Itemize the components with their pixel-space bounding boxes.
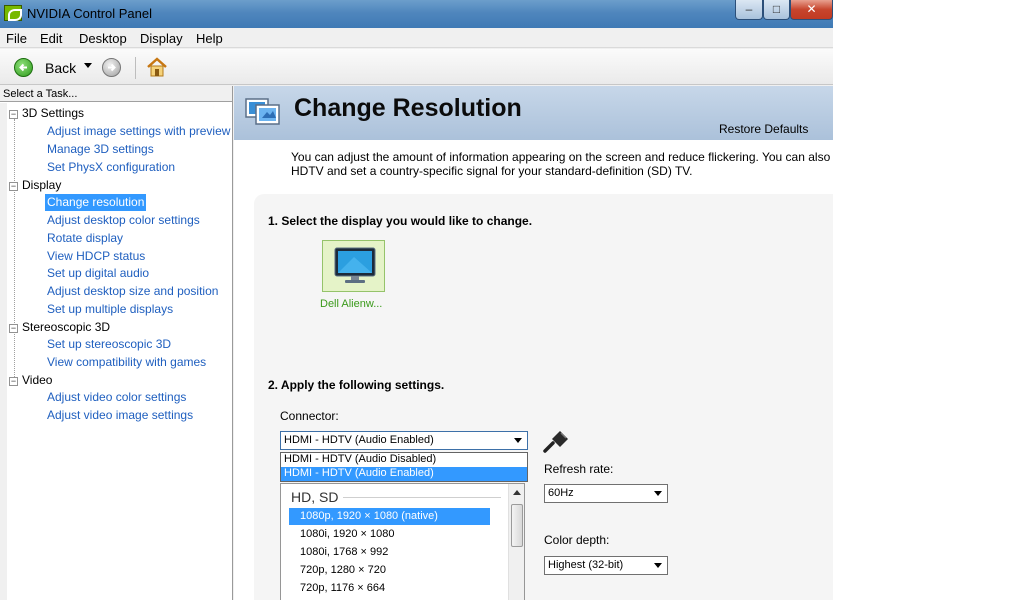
- task-sidebar: Select a Task... −3D Settings Adjust ima…: [0, 86, 233, 600]
- tree-category-3d-settings[interactable]: −3D Settings: [9, 106, 84, 123]
- page-description-line: HDTV and set a country-specific signal f…: [291, 164, 693, 178]
- sidebar-item-adjust-image-settings-with-preview[interactable]: Adjust image settings with preview: [45, 123, 232, 140]
- tree-category-stereoscopic-3d[interactable]: − Stereoscopic 3D: [9, 320, 110, 337]
- color-depth-value: Highest (32-bit): [548, 559, 624, 571]
- toolbar-separator: [135, 57, 136, 79]
- back-arrow-icon[interactable]: [14, 58, 33, 77]
- page-description-line: You can adjust the amount of information…: [291, 150, 833, 164]
- chevron-down-icon[interactable]: [514, 438, 522, 443]
- connector-dropdown-value: HDMI - HDTV (Audio Enabled): [284, 434, 434, 446]
- back-history-dropdown-icon[interactable]: [84, 63, 92, 68]
- sidebar-item-change-resolution[interactable]: Change resolution: [45, 194, 147, 211]
- menu-file[interactable]: File: [6, 31, 27, 46]
- sidebar-item-set-up-stereoscopic-3d[interactable]: Set up stereoscopic 3D: [45, 336, 173, 353]
- nvidia-app-icon: [4, 5, 22, 21]
- resolution-item-1080p-native[interactable]: 1080p, 1920 × 1080 (native): [289, 508, 490, 525]
- refresh-rate-label: Refresh rate:: [544, 462, 614, 476]
- tree-category-video[interactable]: − Video: [9, 373, 52, 390]
- step-2-heading: 2. Apply the following settings.: [268, 378, 445, 392]
- connector-label: Connector:: [280, 409, 339, 423]
- maximize-button[interactable]: □: [763, 0, 790, 20]
- page-title: Change Resolution: [294, 94, 522, 122]
- toolbar: Back: [0, 49, 833, 85]
- page-description: You can adjust the amount of information…: [291, 150, 833, 178]
- sidebar-item-set-up-multiple-displays[interactable]: Set up multiple displays: [45, 301, 175, 318]
- title-bar: NVIDIA Control Panel – □ ✕: [0, 0, 833, 28]
- collapse-toggle-icon[interactable]: −: [9, 324, 18, 333]
- menu-edit[interactable]: Edit: [40, 31, 62, 46]
- menu-display[interactable]: Display: [140, 31, 183, 46]
- restore-defaults-link[interactable]: Restore Defaults: [719, 122, 808, 136]
- resolution-scrollbar[interactable]: [508, 484, 524, 600]
- sidebar-item-adjust-desktop-color-settings[interactable]: Adjust desktop color settings: [45, 212, 202, 229]
- color-depth-dropdown[interactable]: Highest (32-bit): [544, 556, 668, 575]
- resolution-group-header: HD, SD: [291, 489, 339, 505]
- sidebar-item-view-hdcp-status[interactable]: View HDCP status: [45, 248, 147, 265]
- hdmi-cable-icon: [543, 431, 568, 453]
- window-title: NVIDIA Control Panel: [27, 6, 153, 21]
- nvidia-control-panel-window: NVIDIA Control Panel – □ ✕ File Edit Des…: [0, 0, 833, 600]
- sidebar-border: [232, 86, 233, 600]
- chevron-down-icon[interactable]: [654, 491, 662, 496]
- resolution-list[interactable]: HD, SD 1080p, 1920 × 1080 (native) 1080i…: [280, 483, 525, 600]
- main-content: Change Resolution Restore Defaults You c…: [234, 86, 833, 600]
- refresh-rate-dropdown[interactable]: 60Hz: [544, 484, 668, 503]
- page-banner: Change Resolution Restore Defaults: [234, 86, 833, 140]
- chevron-down-icon[interactable]: [654, 563, 662, 568]
- connector-options-list: HDMI - HDTV (Audio Disabled) HDMI - HDTV…: [280, 452, 528, 482]
- menu-help[interactable]: Help: [196, 31, 223, 46]
- tree-category-display[interactable]: − Display: [9, 178, 61, 195]
- display-settings-icon: [245, 98, 280, 125]
- collapse-toggle-icon[interactable]: −: [9, 377, 18, 386]
- close-button[interactable]: ✕: [790, 0, 833, 20]
- collapse-toggle-icon[interactable]: −: [9, 110, 18, 119]
- display-name-label: Dell Alienw...: [320, 298, 383, 310]
- scroll-up-arrow-icon[interactable]: [513, 490, 521, 495]
- tree-connector-line: [14, 119, 15, 383]
- sidebar-item-set-up-digital-audio[interactable]: Set up digital audio: [45, 265, 151, 282]
- scrollbar-thumb[interactable]: [511, 504, 523, 547]
- resolution-item-1080i-1920[interactable]: 1080i, 1920 × 1080: [289, 526, 490, 543]
- sidebar-item-adjust-video-image-settings[interactable]: Adjust video image settings: [45, 407, 195, 424]
- sidebar-item-manage-3d-settings[interactable]: Manage 3D settings: [45, 141, 156, 158]
- connector-option-audio-disabled[interactable]: HDMI - HDTV (Audio Disabled): [281, 453, 527, 467]
- refresh-rate-value: 60Hz: [548, 487, 574, 499]
- collapse-toggle-icon[interactable]: −: [9, 182, 18, 191]
- minimize-button[interactable]: –: [735, 0, 763, 20]
- sidebar-item-view-compatibility-with-games[interactable]: View compatibility with games: [45, 354, 208, 371]
- sidebar-item-adjust-desktop-size-and-position[interactable]: Adjust desktop size and position: [45, 283, 220, 300]
- sidebar-header: Select a Task...: [0, 86, 232, 102]
- resolution-item-720p-1280[interactable]: 720p, 1280 × 720: [289, 562, 490, 579]
- menu-bar: File Edit Desktop Display Help: [0, 28, 833, 48]
- resolution-item-1080i-1768[interactable]: 1080i, 1768 × 992: [289, 544, 490, 561]
- display-selector-tile[interactable]: [322, 240, 385, 292]
- home-icon[interactable]: [146, 57, 168, 77]
- connector-dropdown[interactable]: HDMI - HDTV (Audio Enabled): [280, 431, 528, 450]
- task-tree: −3D Settings Adjust image settings with …: [0, 103, 232, 600]
- color-depth-label: Color depth:: [544, 533, 610, 547]
- monitor-icon: [334, 247, 376, 283]
- resolution-item-720p-1176[interactable]: 720p, 1176 × 664: [289, 580, 490, 597]
- group-divider: [343, 497, 501, 498]
- forward-arrow-icon[interactable]: [102, 58, 121, 77]
- sidebar-item-set-physx-configuration[interactable]: Set PhysX configuration: [45, 159, 177, 176]
- back-button-label[interactable]: Back: [45, 60, 76, 76]
- step-1-heading: 1. Select the display you would like to …: [268, 214, 533, 228]
- connector-option-audio-enabled[interactable]: HDMI - HDTV (Audio Enabled): [281, 467, 527, 481]
- sidebar-item-rotate-display[interactable]: Rotate display: [45, 230, 125, 247]
- sidebar-item-adjust-video-color-settings[interactable]: Adjust video color settings: [45, 389, 188, 406]
- menu-desktop[interactable]: Desktop: [79, 31, 127, 46]
